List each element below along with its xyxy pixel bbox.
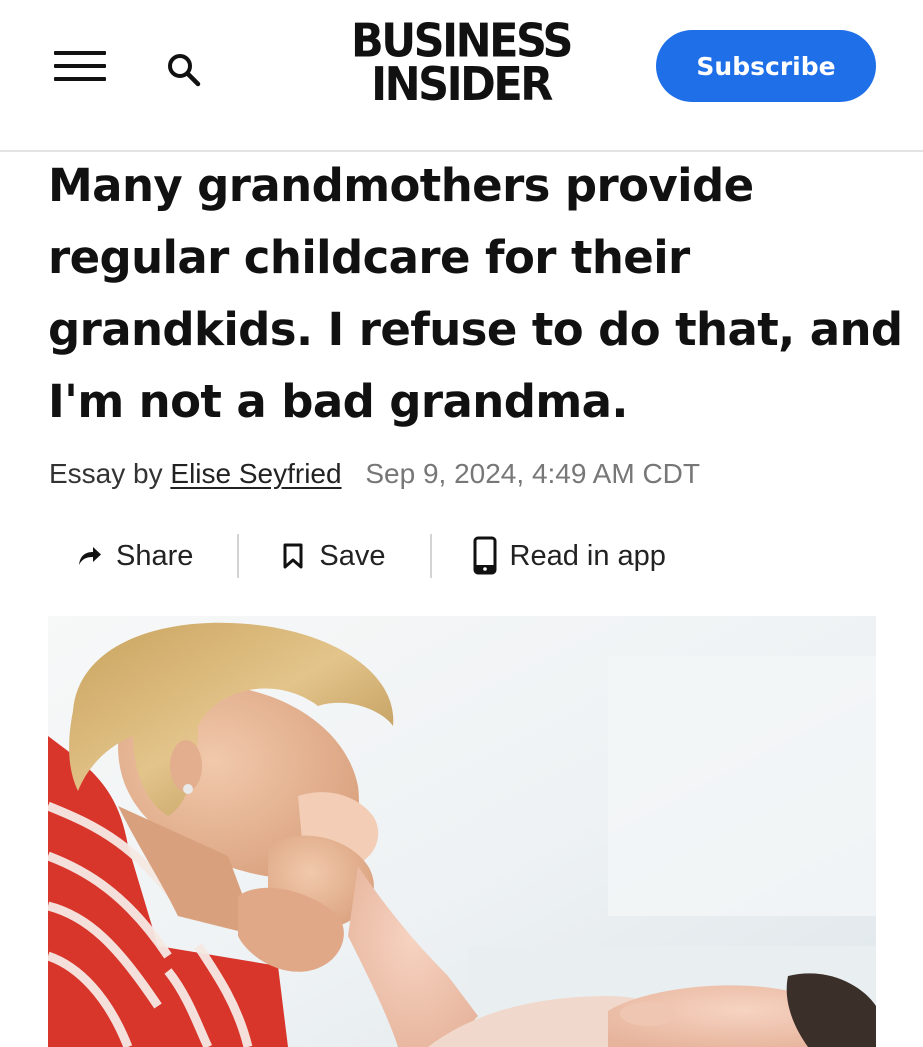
author-link[interactable]: Elise Seyfried bbox=[170, 458, 341, 489]
read-in-app-label: Read in app bbox=[509, 539, 666, 572]
phone-icon bbox=[473, 536, 496, 575]
share-arrow-icon bbox=[79, 547, 101, 565]
action-divider bbox=[429, 534, 432, 578]
byline: Essay by Elise Seyfried Sep 9, 2024, 4:4… bbox=[49, 458, 700, 490]
action-divider bbox=[237, 534, 240, 578]
site-header: BUSINESS INSIDER Subscribe bbox=[0, 0, 923, 152]
subscribe-button[interactable]: Subscribe bbox=[656, 30, 876, 102]
logo-line-2: INSIDER bbox=[371, 57, 553, 112]
site-logo[interactable]: BUSINESS INSIDER bbox=[330, 14, 592, 112]
read-in-app-button[interactable]: Read in app bbox=[472, 536, 666, 576]
byline-prefix: Essay by bbox=[49, 458, 163, 489]
save-label: Save bbox=[319, 539, 386, 572]
article-actions: Share Save Read in app bbox=[74, 530, 666, 582]
share-label: Share bbox=[116, 539, 194, 572]
save-button[interactable]: Save bbox=[279, 539, 386, 573]
logo-line-1: BUSINESS bbox=[350, 14, 574, 69]
article-hero-image bbox=[48, 616, 876, 1047]
hamburger-menu-icon[interactable] bbox=[54, 45, 106, 85]
publish-date: Sep 9, 2024, 4:49 AM CDT bbox=[365, 458, 700, 489]
article-headline: Many grandmothers provide regular childc… bbox=[48, 159, 903, 428]
search-icon[interactable] bbox=[160, 44, 210, 94]
share-button[interactable]: Share bbox=[74, 540, 193, 573]
bookmark-icon bbox=[283, 543, 303, 569]
